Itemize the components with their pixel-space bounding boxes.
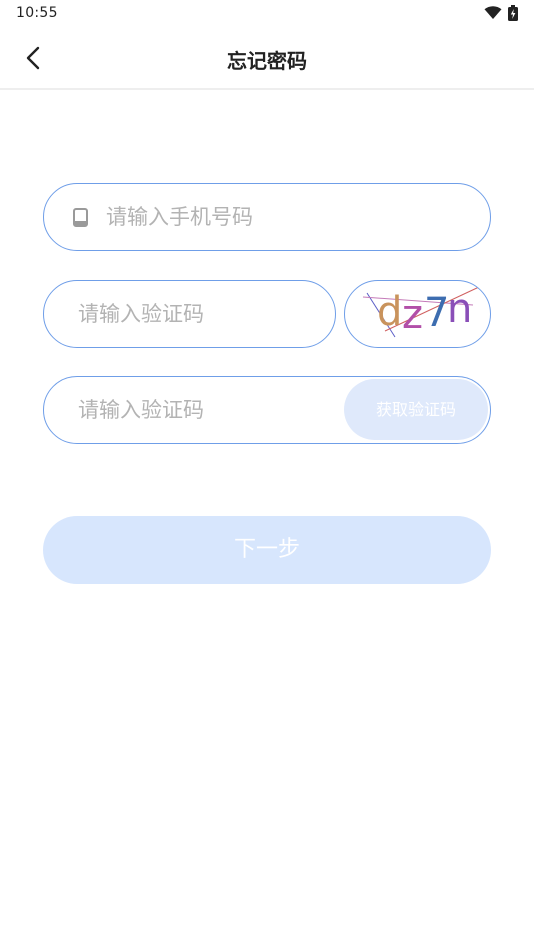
get-code-button[interactable]: 获取验证码 [344, 379, 488, 440]
status-time: 10:55 [16, 5, 58, 21]
battery-charging-icon [508, 5, 518, 21]
captcha-graphic: d z 7 n [362, 286, 480, 338]
phone-icon [72, 208, 89, 228]
wifi-icon [484, 6, 502, 20]
captcha-char: n [447, 286, 472, 332]
captcha-field [43, 280, 336, 348]
phone-input[interactable] [106, 202, 466, 232]
sms-code-field: 获取验证码 [43, 376, 491, 444]
sms-code-input[interactable] [78, 395, 338, 425]
status-bar: 10:55 [0, 0, 534, 28]
captcha-input[interactable] [78, 299, 318, 329]
captcha-char: z [402, 292, 423, 338]
phone-field [43, 183, 491, 251]
captcha-char: d [377, 289, 402, 335]
header: 忘记密码 [0, 28, 534, 90]
next-step-button[interactable]: 下一步 [43, 516, 491, 584]
captcha-char: 7 [424, 290, 449, 336]
status-icons [484, 5, 518, 21]
page-title: 忘记密码 [227, 49, 307, 73]
captcha-image[interactable]: d z 7 n [344, 280, 491, 348]
